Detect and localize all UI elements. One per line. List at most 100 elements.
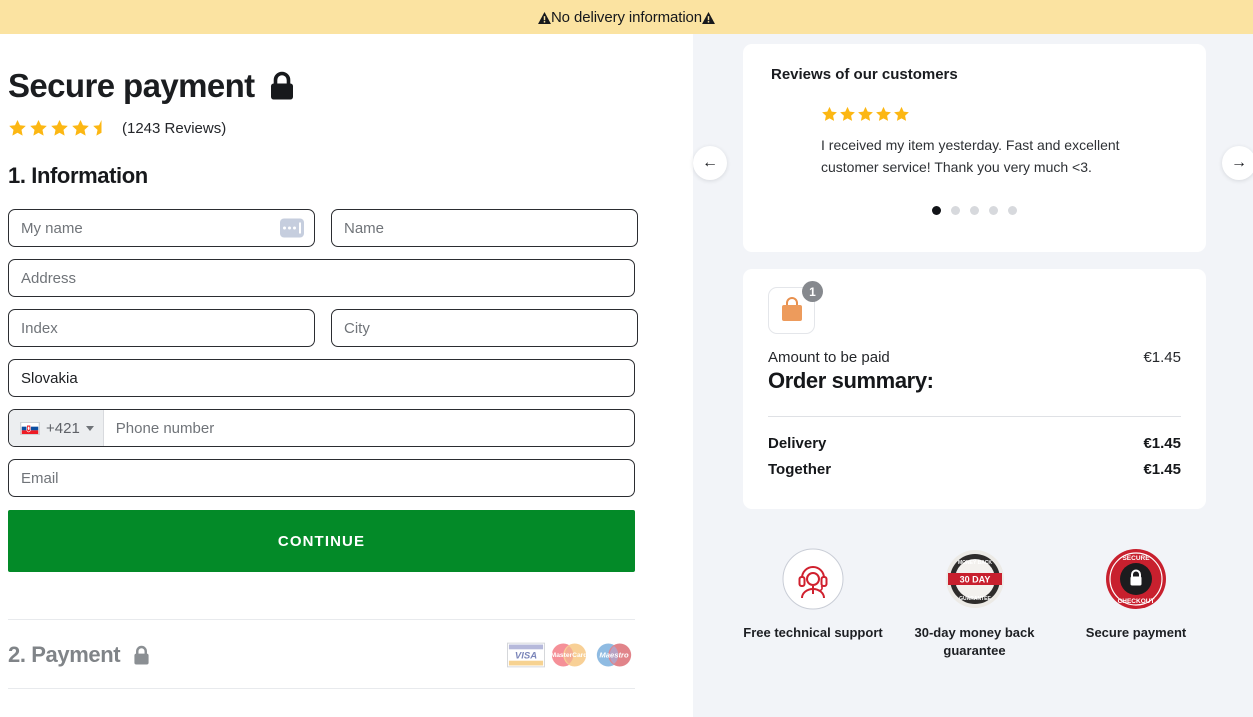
lock-icon <box>133 645 150 666</box>
svg-text:Maestro: Maestro <box>599 650 629 659</box>
carousel-next-button[interactable]: → <box>1222 146 1253 180</box>
summary-value: €1.45 <box>1143 435 1181 452</box>
star-icon <box>822 106 837 121</box>
svg-text:MONEY BACK: MONEY BACK <box>957 560 991 566</box>
star-icon <box>72 119 89 136</box>
checkout-form-column: Secure payment (1243 Reviews) 1. Informa… <box>0 34 693 717</box>
star-half-icon <box>93 119 102 136</box>
warning-triangle-icon <box>537 12 551 24</box>
trust-badges: Free technical support 30 DAY MONEY BACK… <box>743 548 1206 659</box>
delivery-warning-banner: No delivery information <box>0 0 1253 34</box>
star-icon <box>30 119 47 136</box>
my-name-input[interactable]: My name <box>8 209 315 247</box>
carousel-dot[interactable] <box>1008 206 1017 216</box>
index-input[interactable]: Index <box>8 309 315 347</box>
money-back-seal-icon: 30 DAY MONEY BACK GUARANTEE <box>944 548 1006 610</box>
summary-divider <box>768 416 1181 417</box>
svg-text:GUARANTEE: GUARANTEE <box>959 596 991 602</box>
amount-to-be-paid-row: Amount to be paid €1.45 <box>768 349 1181 366</box>
slovakia-flag-icon <box>20 421 40 435</box>
cart-item-count-badge: 1 <box>802 281 823 302</box>
svg-text:30 DAY: 30 DAY <box>959 575 990 585</box>
name-placeholder: Name <box>344 219 385 237</box>
page-title: Secure payment <box>8 69 673 102</box>
star-rating <box>8 119 111 138</box>
star-icon <box>51 119 68 136</box>
star-icon <box>840 106 855 121</box>
order-summary-card: 1 Amount to be paid €1.45 Order summary:… <box>743 269 1206 509</box>
reviews-carousel: Reviews of our customers I received my i… <box>693 44 1253 252</box>
my-name-placeholder: My name <box>21 219 83 237</box>
country-input[interactable]: Slovakia <box>8 359 635 397</box>
form-row-email: Email <box>8 459 673 497</box>
name-input[interactable]: Name <box>331 209 638 247</box>
star-icon <box>858 106 873 121</box>
arrow-left-icon: ← <box>702 154 718 171</box>
phone-input-group[interactable]: +421 Phone number <box>8 409 635 447</box>
sidebar-column: Reviews of our customers I received my i… <box>693 34 1253 717</box>
svg-text:CHECKOUT: CHECKOUT <box>1118 598 1155 605</box>
summary-label: Delivery <box>768 435 827 452</box>
form-row-country: Slovakia <box>8 359 673 397</box>
warning-triangle-icon <box>702 12 716 24</box>
city-input[interactable]: City <box>331 309 638 347</box>
section-heading-information: 1. Information <box>8 163 148 188</box>
reviews-title: Reviews of our customers <box>771 66 958 83</box>
form-row-phone: +421 Phone number <box>8 409 673 447</box>
form-row-address: Address <box>8 259 673 297</box>
address-placeholder: Address <box>21 269 77 287</box>
svg-text:VISA: VISA <box>515 650 537 661</box>
accepted-cards: VISA MasterCard Maestro <box>507 642 635 668</box>
payment-section-header[interactable]: 2. Payment VISA MasterCard Maestro <box>8 620 635 688</box>
email-placeholder: Email <box>21 469 59 487</box>
carousel-dot[interactable] <box>970 206 979 216</box>
carousel-dot[interactable] <box>951 206 960 216</box>
star-icon <box>876 106 891 121</box>
index-placeholder: Index <box>21 319 58 337</box>
svg-text:SECURE: SECURE <box>1122 555 1150 562</box>
section-divider-bottom <box>8 688 635 689</box>
phone-placeholder: Phone number <box>115 419 215 437</box>
review-star-rating <box>821 106 1178 123</box>
continue-button[interactable]: CONTINUE <box>8 510 635 572</box>
order-summary-title: Order summary: <box>768 368 934 393</box>
trust-badge-secure-payment: SECURE CHECKOUT Secure payment <box>1066 548 1206 659</box>
lock-icon <box>269 71 295 101</box>
rating-row: (1243 Reviews) <box>8 119 673 138</box>
information-form: My name Name Address Index City Slovakia… <box>8 209 673 572</box>
maestro-icon: Maestro <box>596 643 632 667</box>
amount-label: Amount to be paid <box>768 349 890 366</box>
reviews-card: Reviews of our customers I received my i… <box>743 44 1206 252</box>
carousel-dot[interactable] <box>932 206 941 216</box>
shopping-bag-icon <box>781 297 802 321</box>
form-row-index-city: Index City <box>8 309 673 347</box>
summary-value: €1.45 <box>1143 461 1181 478</box>
autofill-icon[interactable] <box>280 218 304 238</box>
trust-badge-support: Free technical support <box>743 548 883 659</box>
review-text: I received my item yesterday. Fast and e… <box>821 137 1120 175</box>
summary-row-delivery: Delivery €1.45 <box>768 435 1181 452</box>
star-icon <box>9 119 26 136</box>
address-input[interactable]: Address <box>8 259 635 297</box>
reviews-count-label: (1243 Reviews) <box>122 120 227 137</box>
summary-row-together: Together €1.45 <box>768 461 1181 478</box>
page-title-text: Secure payment <box>8 67 255 104</box>
country-value: Slovakia <box>21 369 78 387</box>
form-row-names: My name Name <box>8 209 673 247</box>
trust-badge-money-back: 30 DAY MONEY BACK GUARANTEE 30-day money… <box>905 548 1045 659</box>
mastercard-icon: MasterCard <box>551 643 587 667</box>
amount-value: €1.45 <box>1143 349 1181 366</box>
country-code-selector[interactable]: +421 <box>9 410 104 446</box>
chevron-down-icon <box>85 425 94 431</box>
trust-badge-label: Free technical support <box>743 625 883 640</box>
carousel-dot[interactable] <box>989 206 998 216</box>
cart-item-thumbnail: 1 <box>768 281 823 334</box>
phone-number-input[interactable]: Phone number <box>104 420 634 437</box>
trust-badge-label: 30-day money back guarantee <box>914 625 1035 658</box>
carousel-dots <box>771 206 1178 216</box>
city-placeholder: City <box>344 319 370 337</box>
email-input[interactable]: Email <box>8 459 635 497</box>
headset-support-icon <box>782 548 844 610</box>
carousel-prev-button[interactable]: ← <box>693 146 727 180</box>
payment-heading-group: 2. Payment <box>8 642 150 668</box>
